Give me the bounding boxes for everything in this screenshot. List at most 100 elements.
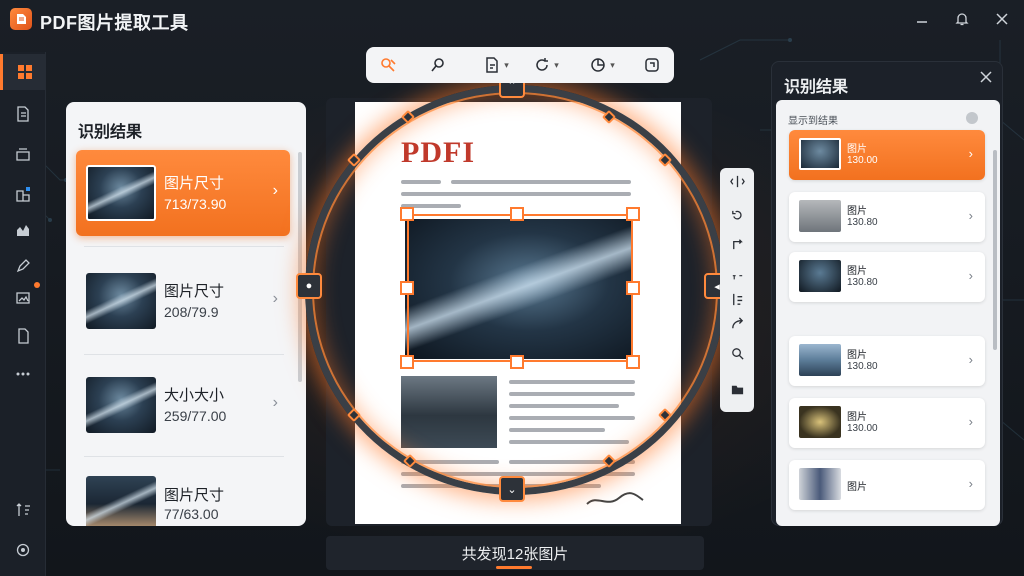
result-name: 图片尺寸 [164,175,225,192]
scrollbar[interactable] [993,150,997,350]
select-tool-button[interactable] [376,53,400,77]
chevron-right-icon: › [968,268,973,283]
rail-pen-button[interactable] [0,248,46,284]
chevron-right-icon: › [272,394,278,411]
result-name: 大小大小 [164,387,225,404]
rail-document-button[interactable] [0,96,46,132]
rail-sort-button[interactable] [0,492,46,528]
file-icon [486,57,498,73]
flip-button[interactable] [720,168,754,194]
chevron-down-icon: ▾ [610,59,615,70]
rotate-left-icon [731,210,742,220]
search-tool-button[interactable] [426,53,450,77]
chevron-right-icon: › [968,208,973,223]
result-name: 图片 [847,350,867,361]
result-item[interactable]: 图片尺寸 77/63.00 [76,464,290,526]
rail-more-button[interactable] [0,356,46,392]
result-name: 图片尺寸 [164,487,225,504]
result-item[interactable]: 图片 130.80 › [789,336,985,386]
result-item[interactable]: 图片 130.80 › [789,192,985,242]
minimize-icon [917,21,927,23]
zoom-icon [731,347,744,360]
rotate-dropdown-button[interactable]: ▾ [528,53,564,77]
rotate-handle-left[interactable]: ● [296,273,322,299]
text-icon [732,274,742,279]
selection-box[interactable] [407,214,633,362]
close-panel-button[interactable] [980,70,992,88]
result-item[interactable]: 图片尺寸 208/79.9 › [76,258,290,344]
layers-icon [16,187,30,202]
result-item[interactable]: 图片 130.80 › [789,252,985,302]
left-results-panel: 识别结果 图片尺寸 713/73.90 › 图片尺寸 208/79.9 › 大小… [66,102,306,526]
rail-grid-button[interactable] [0,54,46,90]
scrollbar[interactable] [298,152,302,382]
panel-title: 识别结果 [78,124,143,141]
result-size: 208/79.9 [164,304,219,320]
minimize-button[interactable] [910,8,934,30]
status-indicator [496,566,532,569]
rail-image-button[interactable] [0,280,46,316]
image-count-text: 共发现12张图片 [461,545,569,563]
results-list: 显示到结果 图片 130.00 › 图片 130.80 › 图片 130.80 … [776,100,1000,526]
info-icon[interactable] [966,112,978,124]
vertical-toolbar [720,168,754,412]
rail-chart-button[interactable] [0,212,46,248]
resize-handle[interactable] [510,355,524,369]
rail-page-button[interactable] [0,318,46,354]
crop-tool-button[interactable] [640,53,664,77]
chevron-right-icon: › [968,352,973,367]
pen-icon [16,259,30,273]
sort-icon [16,503,30,516]
divider [84,354,284,355]
file-dropdown-button[interactable]: ▾ [478,53,514,77]
result-size: 130.80 [847,217,878,228]
result-size: 130.00 [847,155,878,166]
result-item[interactable]: 图片尺寸 713/73.90 › [76,150,290,236]
chevron-right-icon: › [968,414,973,429]
rotate-handle-bottom[interactable]: ⌄ [499,476,525,502]
more-icon [16,372,30,376]
result-thumbnail [86,377,156,433]
resize-handle[interactable] [400,355,414,369]
result-size: 77/63.00 [164,506,219,522]
result-name: 图片 [847,144,867,155]
result-size: 713/73.90 [164,196,227,212]
rail-settings-button[interactable] [0,532,46,568]
result-item[interactable]: 大小大小 259/77.00 › [76,362,290,448]
grid-icon [17,65,32,79]
result-size: 130.80 [847,361,878,372]
chevron-right-icon: › [968,146,973,161]
notification-button[interactable] [950,8,974,30]
resize-handle[interactable] [626,281,640,295]
result-item[interactable]: 图片 › [789,460,985,510]
chart-icon [17,225,29,236]
resize-handle[interactable] [400,207,414,221]
rotate-right-button[interactable] [720,230,754,256]
result-item[interactable]: 图片 130.00 › [789,130,985,180]
rail-layers-button[interactable] [0,176,46,212]
result-thumbnail [86,476,156,526]
align-button[interactable] [720,286,754,312]
resize-handle[interactable] [626,355,640,369]
zoom-button[interactable] [720,340,754,366]
rotate-icon [536,58,549,71]
redo-button[interactable] [720,310,754,336]
results-subtitle: 显示到结果 [788,116,838,127]
rotate-left-button[interactable] [720,202,754,228]
close-button[interactable] [990,8,1014,30]
title-bar: PDF图片提取工具 [0,0,1024,38]
flip-icon [729,175,745,187]
result-item[interactable]: 图片 130.00 › [789,398,985,448]
resize-handle[interactable] [626,207,640,221]
result-thumbnail [799,406,841,438]
chart-dropdown-button[interactable]: ▾ [584,53,620,77]
select-icon [381,58,396,72]
resize-handle[interactable] [400,281,414,295]
rail-stack-button[interactable] [0,136,46,172]
chevron-down-icon: ▾ [554,59,559,70]
folder-button[interactable] [720,376,754,402]
top-toolbar: ▾ ▾ ▾ [366,47,674,83]
resize-handle[interactable] [510,207,524,221]
signature [586,492,644,505]
result-size: 259/77.00 [164,408,227,424]
